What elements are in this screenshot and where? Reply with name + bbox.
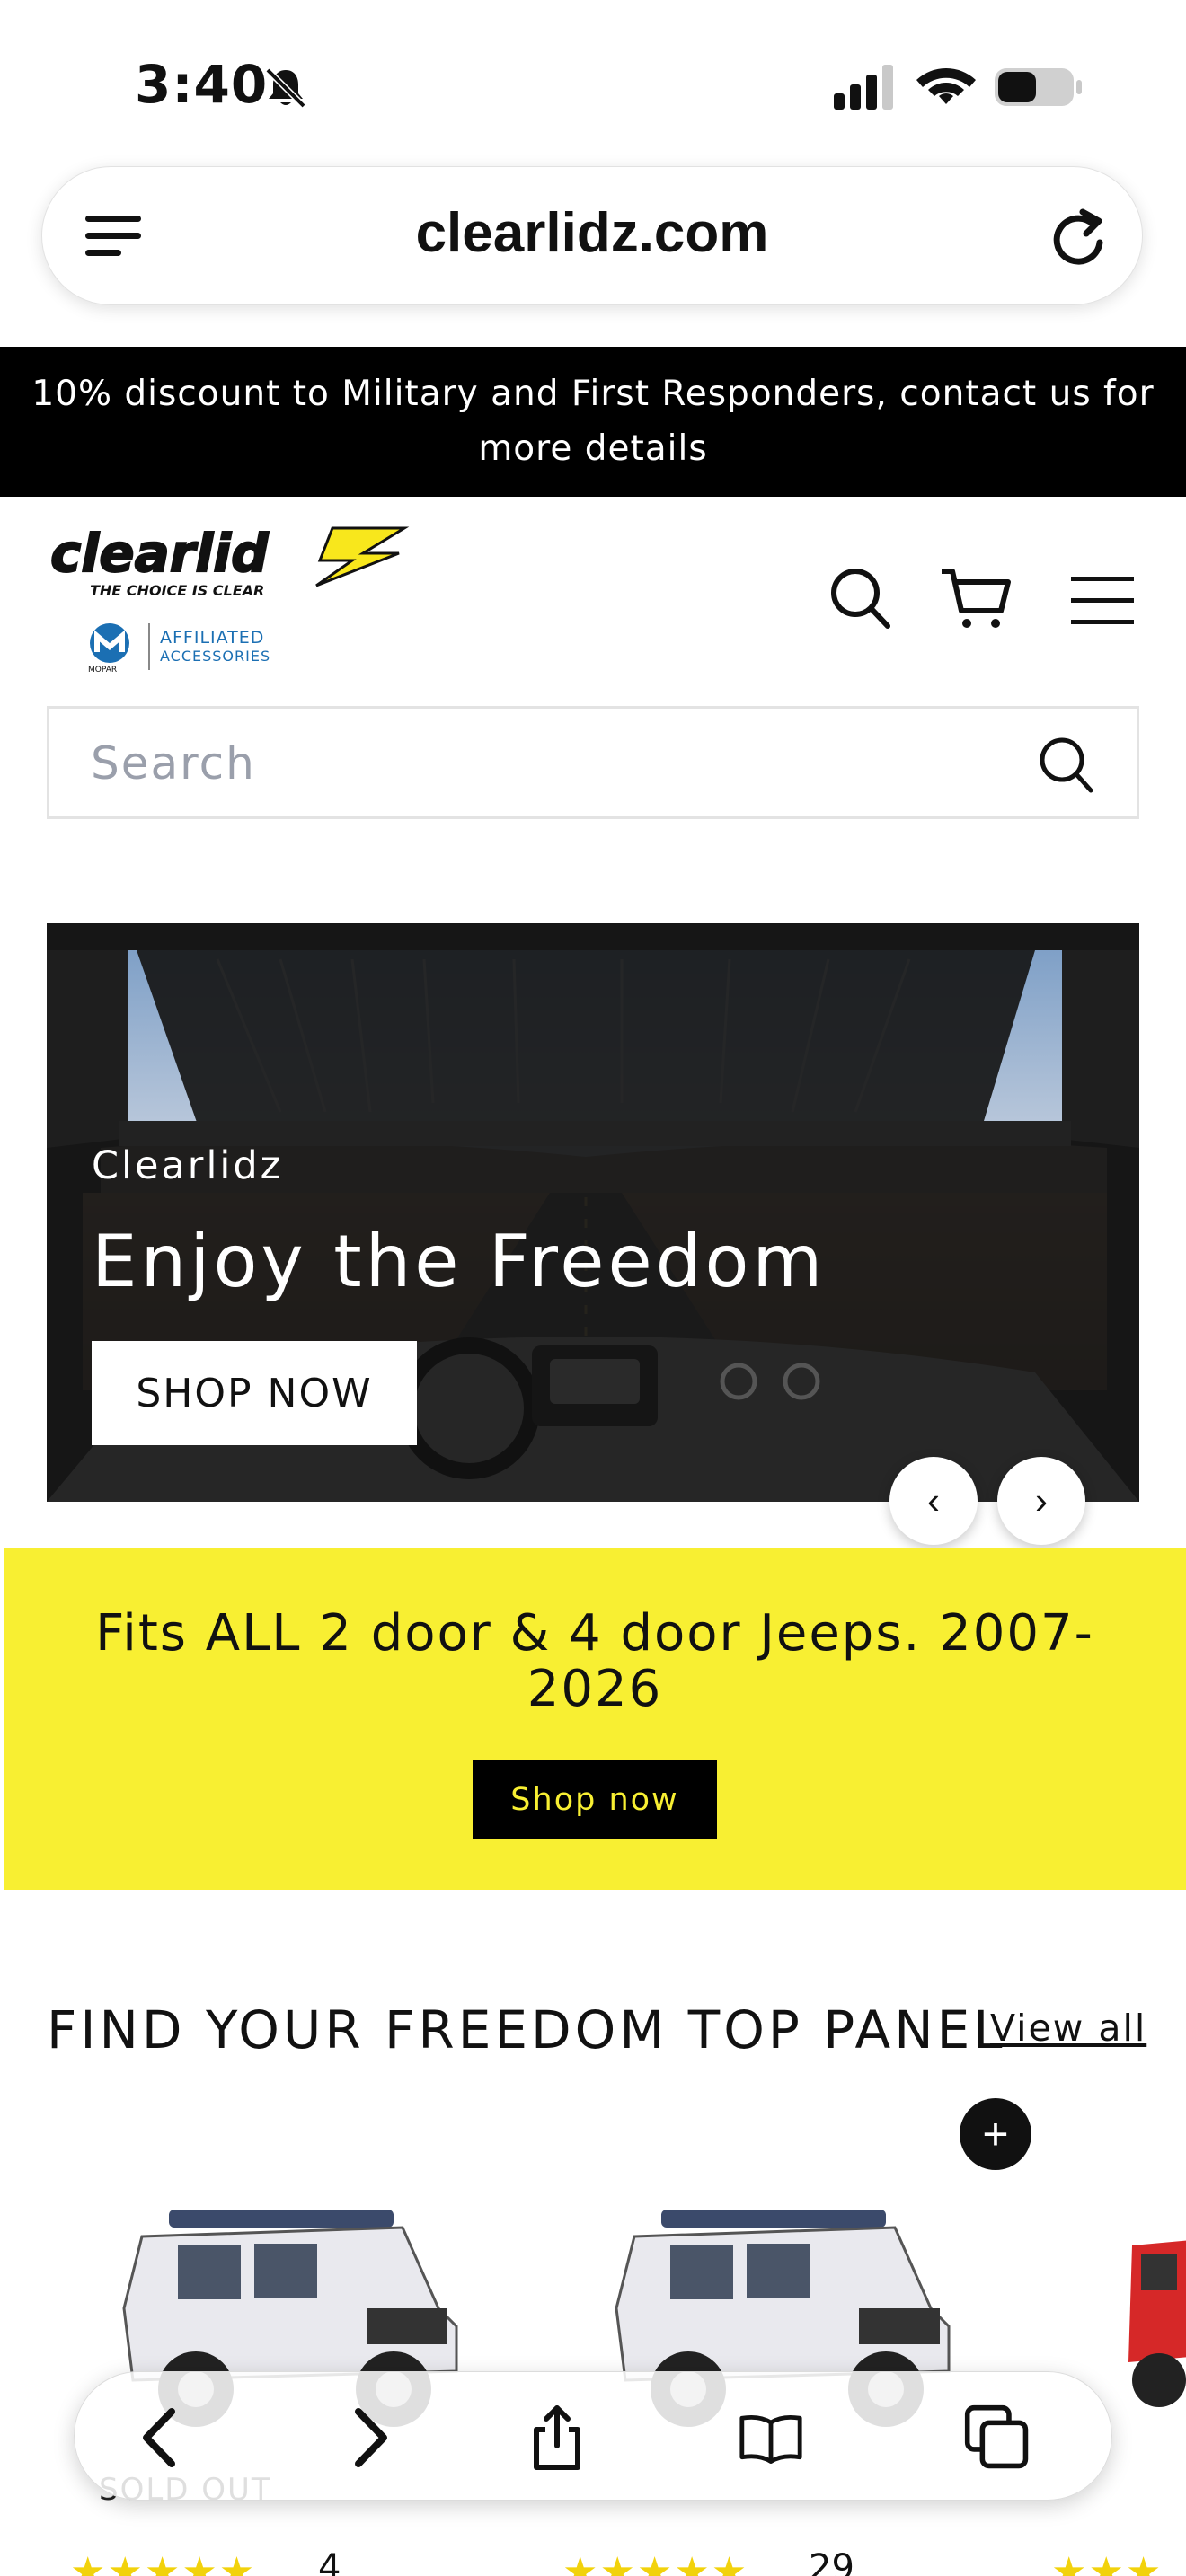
star-rating: ★★★ xyxy=(1051,2549,1164,2576)
fit-banner: Fits ALL 2 door & 4 door Jeeps. 2007-202… xyxy=(4,1548,1186,1890)
status-time: 3:40 xyxy=(135,54,269,115)
review-count: 4 xyxy=(318,2547,341,2576)
bell-slash-icon xyxy=(265,67,306,109)
url-text[interactable]: clearlidz.com xyxy=(42,201,1142,265)
shop-now-button[interactable]: SHOP NOW xyxy=(92,1341,417,1445)
search-input[interactable] xyxy=(91,734,989,793)
search-submit-icon[interactable] xyxy=(1038,736,1093,793)
promo-banner: 10% discount to Military and First Respo… xyxy=(0,347,1186,497)
signal-icon xyxy=(834,65,893,110)
mopar-affiliated-logo: MOPAR AFFILIATED ACCESSORIES xyxy=(88,623,270,674)
svg-text:THE CHOICE IS CLEAR: THE CHOICE IS CLEAR xyxy=(90,582,264,599)
browser-toolbar xyxy=(74,2371,1112,2501)
hero-title: Enjoy the Freedom xyxy=(92,1220,827,1303)
status-bar: 3:40 xyxy=(0,0,1186,162)
review-count: 29 xyxy=(809,2547,854,2576)
quick-add-button[interactable]: + xyxy=(960,2098,1031,2170)
svg-text:ACCESSORIES: ACCESSORIES xyxy=(160,648,270,665)
clearlidz-logo[interactable]: clearlid THE CHOICE IS CLEAR xyxy=(47,521,424,611)
hero-slide: Clearlidz Enjoy the Freedom SHOP NOW xyxy=(47,923,1139,1502)
svg-text:AFFILIATED: AFFILIATED xyxy=(160,628,264,648)
star-rating: ★★★★★ xyxy=(70,2549,257,2576)
menu-icon[interactable] xyxy=(1071,575,1134,625)
cart-icon[interactable] xyxy=(940,566,1012,631)
svg-text:MOPAR: MOPAR xyxy=(88,666,117,674)
bookmarks-icon[interactable] xyxy=(738,2404,804,2471)
product-image[interactable] xyxy=(1123,2174,1186,2479)
view-all-link[interactable]: View all xyxy=(990,2007,1146,2050)
back-icon[interactable] xyxy=(128,2404,195,2471)
section-title: FIND YOUR FREEDOM TOP PANEL xyxy=(47,1999,1006,2060)
star-rating: ★★★★★ xyxy=(562,2549,749,2576)
fit-shop-now-button[interactable]: Shop now xyxy=(473,1760,717,1839)
header-search-icon[interactable] xyxy=(828,566,891,631)
slide-next-button[interactable]: › xyxy=(997,1457,1085,1545)
tabs-icon[interactable] xyxy=(964,2404,1031,2471)
search-box xyxy=(47,706,1139,819)
battery-icon xyxy=(995,68,1082,106)
fit-banner-text: Fits ALL 2 door & 4 door Jeeps. 2007-202… xyxy=(95,1604,1094,1718)
svg-text:clearlid: clearlid xyxy=(50,523,269,584)
share-icon[interactable] xyxy=(524,2404,590,2471)
reload-icon[interactable] xyxy=(1049,205,1108,268)
slide-prev-button[interactable]: ‹ xyxy=(890,1457,978,1545)
hero-subtitle: Clearlidz xyxy=(92,1143,284,1188)
forward-icon[interactable] xyxy=(335,2404,402,2471)
wifi-icon xyxy=(916,67,976,104)
address-bar[interactable]: clearlidz.com xyxy=(41,166,1143,305)
